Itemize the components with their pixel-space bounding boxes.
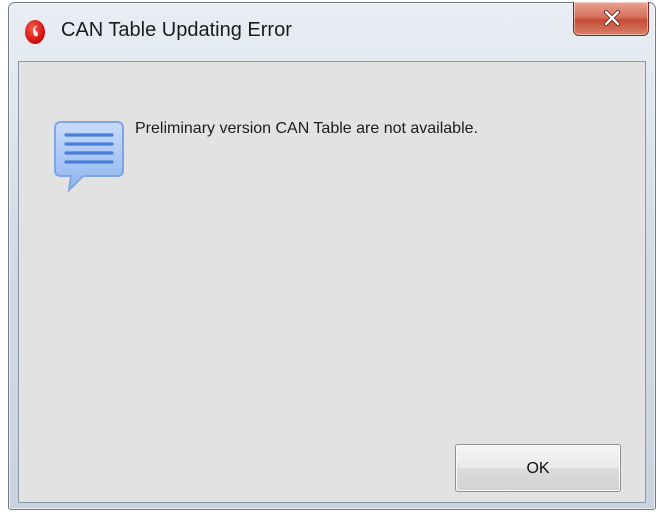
close-button[interactable] <box>573 2 649 36</box>
window-title: CAN Table Updating Error <box>61 19 292 41</box>
app-logo-icon <box>23 17 47 45</box>
dialog-content: Preliminary version CAN Table are not av… <box>18 61 646 503</box>
error-message: Preliminary version CAN Table are not av… <box>135 120 478 137</box>
dialog-window: CAN Table Updating Error Preliminary ver… <box>8 2 656 510</box>
ok-button[interactable]: OK <box>455 444 621 492</box>
message-bubble-icon <box>53 118 125 194</box>
close-icon <box>602 8 622 28</box>
title-bar[interactable]: CAN Table Updating Error <box>9 2 655 61</box>
